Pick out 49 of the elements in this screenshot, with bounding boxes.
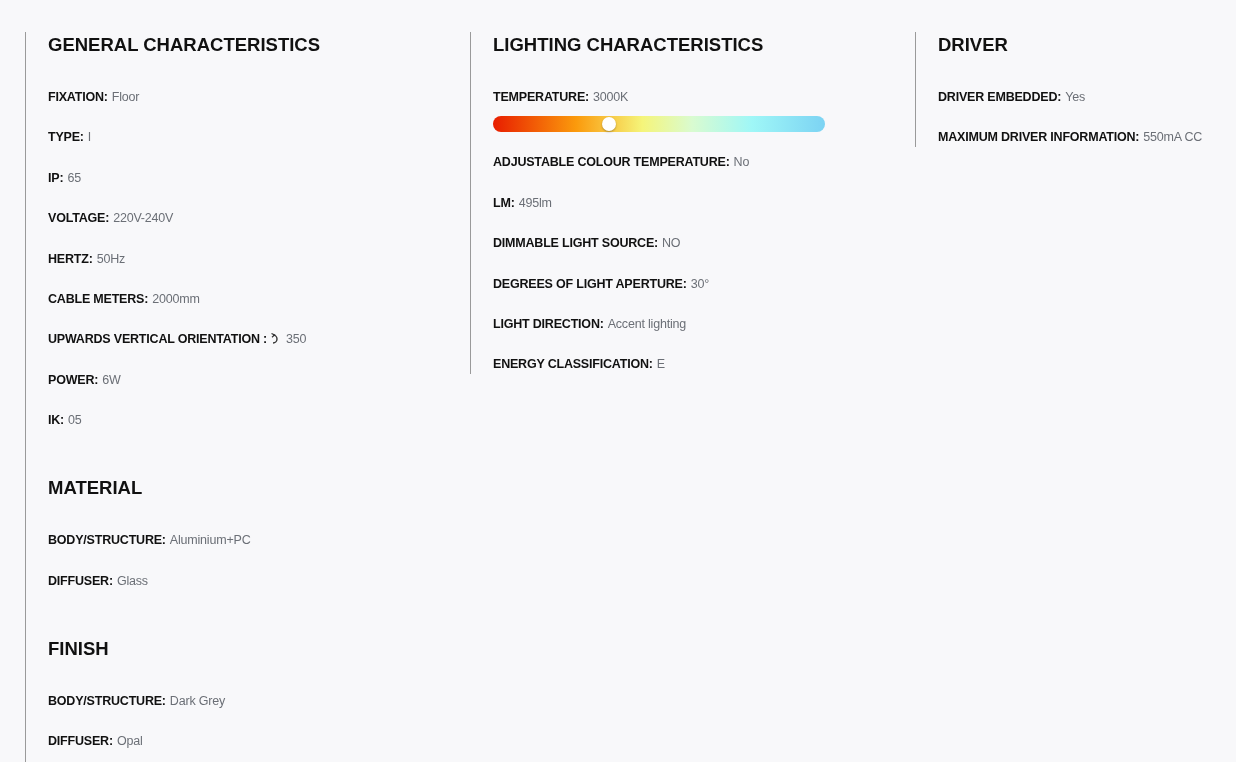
spec-value: Yes: [1065, 89, 1085, 106]
spec-label: DIFFUSER:: [48, 732, 113, 750]
spec-label: UPWARDS VERTICAL ORIENTATION :: [48, 331, 267, 349]
spec-value: 6W: [102, 371, 121, 389]
spec-label: BODY/STRUCTURE:: [48, 692, 166, 710]
spec-label: DIMMABLE LIGHT SOURCE:: [493, 235, 659, 253]
spec-label: BODY/STRUCTURE:: [48, 532, 166, 550]
spec-value: Dark Grey: [169, 692, 225, 710]
section-heading: FINISH: [48, 636, 110, 661]
spec-label: IP:: [48, 169, 64, 187]
section-heading: GENERAL CHARACTERISTICS: [48, 33, 322, 57]
spec-value: Aluminium+PC: [169, 532, 251, 550]
spec-value: 495lm: [518, 194, 552, 212]
spec-value: Opal: [116, 732, 143, 750]
spec-value: 05: [68, 412, 82, 430]
spec-label: ADJUSTABLE COLOUR TEMPERATURE:: [493, 154, 730, 172]
spec-value: I: [87, 129, 92, 147]
spec-value: No: [733, 154, 750, 172]
spec-label: DIFFUSER:: [48, 572, 113, 590]
spec-label: POWER:: [48, 371, 99, 389]
spec-label: ENERGY CLASSIFICATION:: [493, 356, 653, 374]
section-heading: LIGHTING CHARACTERISTICS: [493, 33, 765, 57]
spec-value: 220V-240V: [113, 210, 174, 228]
spec-value: E: [656, 356, 665, 374]
spec-label: TEMPERATURE:: [493, 89, 589, 106]
spec-value: Glass: [116, 572, 148, 590]
spec-label: IK:: [48, 412, 65, 430]
spec-label: DEGREES OF LIGHT APERTURE:: [493, 275, 687, 293]
spec-value: 50Hz: [96, 250, 126, 268]
section-heading: DRIVER: [938, 33, 1009, 57]
spec-label: LIGHT DIRECTION:: [493, 315, 604, 333]
section-heading: MATERIAL: [48, 476, 144, 501]
spec-value: 2000mm: [152, 290, 200, 308]
spec-value: 550mA CC: [1143, 129, 1203, 147]
spec-label: TYPE:: [48, 129, 84, 147]
spec-label: VOLTAGE:: [48, 210, 110, 228]
spec-label: DRIVER EMBEDDED:: [938, 89, 1062, 106]
spec-value: 65: [67, 169, 81, 187]
spec-value: 350: [286, 331, 307, 349]
spec-label: CABLE METERS:: [48, 290, 149, 308]
spec-label: MAXIMUM DRIVER INFORMATION:: [938, 129, 1140, 147]
spec-value: Accent lighting: [607, 315, 686, 333]
spec-value: 3000K: [593, 89, 629, 106]
spec-label: HERTZ:: [48, 250, 93, 268]
spec-label: FIXATION:: [48, 89, 108, 106]
spec-label: LM:: [493, 194, 515, 212]
spec-value: Floor: [111, 89, 140, 106]
spec-value: 30°: [690, 275, 709, 293]
spec-value: NO: [662, 235, 681, 253]
